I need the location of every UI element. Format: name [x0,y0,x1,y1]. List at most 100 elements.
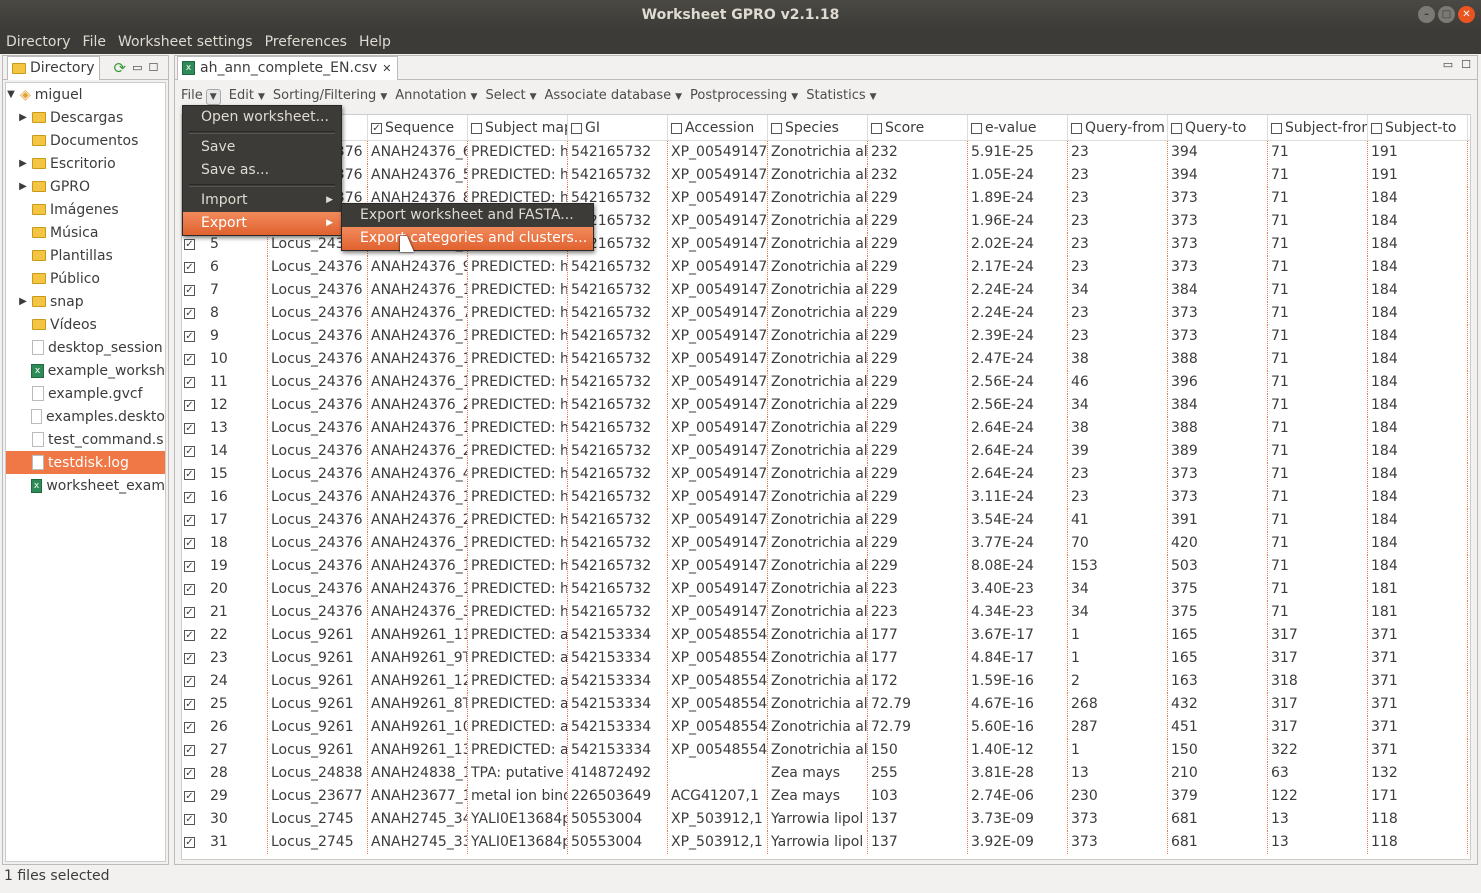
collapsed-arrow-icon[interactable]: ▶ [18,296,28,307]
table-row[interactable]: ✓ 6 Locus_24376 ANAH24376_9 PREDICTED: he 542… [182,256,1470,279]
row-checkbox-cell[interactable]: ✓ [182,716,207,739]
column-checkbox[interactable] [871,122,882,134]
column-checkbox[interactable] [571,122,582,134]
row-checkbox[interactable]: ✓ [184,376,195,388]
menu-save-as[interactable]: Save as... [183,159,341,182]
menu-file[interactable]: File [83,30,118,54]
minimize-view-icon[interactable]: ▭ [1443,58,1453,71]
collapsed-arrow-icon[interactable]: ▶ [18,181,28,192]
tree-item[interactable]: Imágenes [6,198,165,221]
row-checkbox-cell[interactable]: ✓ [182,808,207,831]
menu-import[interactable]: Import ▶ [183,189,341,212]
toolbar-menu-annotation[interactable]: Annotation ▼ [395,84,477,109]
row-checkbox-cell[interactable]: ✓ [182,578,207,601]
row-checkbox-cell[interactable]: ✓ [182,509,207,532]
column-header[interactable]: GI [568,115,668,140]
menu-worksheet-settings[interactable]: Worksheet settings [118,30,265,54]
tab-worksheet[interactable]: x ah_ann_complete_EN.csv ✕ [177,55,399,80]
tree-item[interactable]: x worksheet_exam [6,474,165,497]
row-checkbox[interactable]: ✓ [184,560,195,572]
table-row[interactable]: ✓ 18 Locus_24376 ANAH24376_1 PREDICTED: he 54… [182,532,1470,555]
row-checkbox[interactable]: ✓ [184,606,195,618]
row-checkbox-cell[interactable]: ✓ [182,371,207,394]
row-checkbox[interactable]: ✓ [184,422,195,434]
column-header[interactable]: Query-from [1068,115,1168,140]
row-checkbox[interactable]: ✓ [184,353,195,365]
row-checkbox[interactable]: ✓ [184,583,195,595]
row-checkbox[interactable]: ✓ [184,698,195,710]
column-header[interactable]: ✓ Sequence [368,115,468,140]
table-row[interactable]: ✓2Locus_24376ANAH24376_5PREDICTED: he542… [182,164,1470,187]
dropdown-arrow-icon[interactable]: ▼ [258,92,265,102]
row-checkbox-cell[interactable]: ✓ [182,279,207,302]
table-row[interactable]: ✓ 29 Locus_23677 ANAH23677_1 metal ion bind 2… [182,785,1470,808]
column-header[interactable]: Subject-from [1268,115,1368,140]
row-checkbox-cell[interactable]: ✓ [182,624,207,647]
column-header[interactable]: Accession [668,115,768,140]
column-checkbox[interactable] [1271,122,1282,134]
row-checkbox[interactable]: ✓ [184,514,195,526]
tree-item[interactable]: ▶ GPRO [6,175,165,198]
row-checkbox[interactable]: ✓ [184,307,195,319]
table-row[interactable]: ✓ 22 Locus_9261 ANAH9261_11 PREDICTED: ar 542… [182,624,1470,647]
refresh-icon[interactable]: ⟳ [114,59,127,77]
table-row[interactable]: ✓ 30 Locus_2745 ANAH2745_34 YALI0E13684p 5055… [182,808,1470,831]
column-checkbox[interactable] [1171,122,1182,134]
close-icon[interactable]: ✕ [1458,6,1475,23]
column-checkbox[interactable] [671,122,682,134]
table-row[interactable]: ✓ 20 Locus_24376 ANAH24376_1 PREDICTED: he 54… [182,578,1470,601]
expanded-arrow-icon[interactable]: ▼ [6,89,16,100]
toolbar-menu-statistics[interactable]: Statistics ▼ [806,84,876,109]
row-checkbox[interactable]: ✓ [184,721,195,733]
row-checkbox-cell[interactable]: ✓ [182,325,207,348]
row-checkbox[interactable]: ✓ [184,675,195,687]
table-row[interactable]: ✓ 15 Locus_24376 ANAH24376_4 PREDICTED: he 54… [182,463,1470,486]
table-row[interactable]: ✓ 23 Locus_9261 ANAH9261_9T PREDICTED: ar 542… [182,647,1470,670]
row-checkbox-cell[interactable]: ✓ [182,739,207,762]
column-header[interactable]: Subject map [468,115,568,140]
menu-export-categories-clusters[interactable]: Export categories and clusters... [342,227,593,250]
tree-item[interactable]: ▶ snap [6,290,165,313]
row-checkbox-cell[interactable]: ✓ [182,256,207,279]
tree-item[interactable]: ▶ Descargas [6,106,165,129]
row-checkbox[interactable]: ✓ [184,744,195,756]
maximize-icon[interactable]: □ [1438,6,1455,23]
row-checkbox-cell[interactable]: ✓ [182,831,207,854]
row-checkbox-cell[interactable]: ✓ [182,440,207,463]
row-checkbox[interactable]: ✓ [184,330,195,342]
tree-item[interactable]: Público [6,267,165,290]
row-checkbox-cell[interactable]: ✓ [182,486,207,509]
collapsed-arrow-icon[interactable]: ▶ [18,112,28,123]
row-checkbox-cell[interactable]: ✓ [182,555,207,578]
toolbar-menu-associate-database[interactable]: Associate database ▼ [544,84,682,109]
tree-item[interactable]: examples.deskto [6,405,165,428]
row-checkbox-cell[interactable]: ✓ [182,348,207,371]
tree-item[interactable]: ▶ Escritorio [6,152,165,175]
tree-item[interactable]: Plantillas [6,244,165,267]
row-checkbox-cell[interactable]: ✓ [182,463,207,486]
dropdown-arrow-icon[interactable]: ▼ [530,92,537,102]
column-header[interactable]: Species [768,115,868,140]
table-row[interactable]: ✓ 26 Locus_9261 ANAH9261_10 PREDICTED: ar 542… [182,716,1470,739]
tree-item[interactable]: Vídeos [6,313,165,336]
row-checkbox-cell[interactable]: ✓ [182,233,207,256]
row-checkbox-cell[interactable]: ✓ [182,417,207,440]
tree-item[interactable]: desktop_session [6,336,165,359]
menu-preferences[interactable]: Preferences [265,30,359,54]
row-checkbox[interactable]: ✓ [184,238,195,250]
table-row[interactable]: ✓ 9 Locus_24376 ANAH24376_1 PREDICTED: he 542… [182,325,1470,348]
row-checkbox-cell[interactable]: ✓ [182,670,207,693]
column-checkbox[interactable] [971,122,982,134]
row-checkbox-cell[interactable]: ✓ [182,394,207,417]
row-checkbox[interactable]: ✓ [184,836,195,848]
menu-save[interactable]: Save [183,136,341,159]
column-header[interactable]: Score [868,115,968,140]
table-row[interactable]: ✓ 14 Locus_24376 ANAH24376_2 PREDICTED: he 54… [182,440,1470,463]
menu-export[interactable]: Export ▶ [183,212,341,235]
row-checkbox-cell[interactable]: ✓ [182,302,207,325]
table-row[interactable]: ✓ 12 Locus_24376 ANAH24376_2 PREDICTED: he 54… [182,394,1470,417]
minimize-view-icon[interactable]: ▭ [132,61,142,74]
row-checkbox[interactable]: ✓ [184,537,195,549]
row-checkbox[interactable]: ✓ [184,813,195,825]
column-checkbox[interactable] [471,122,482,134]
